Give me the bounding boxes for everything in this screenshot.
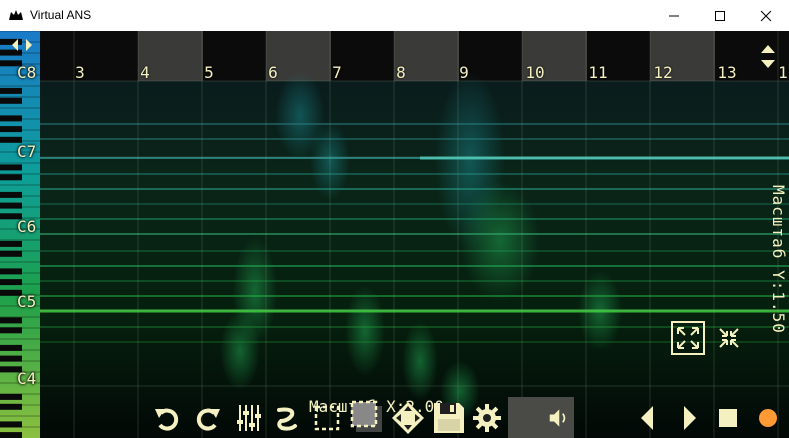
brush-button[interactable] [270,401,304,435]
piano-black-key[interactable] [0,202,22,209]
piano-black-key[interactable] [0,432,22,438]
close-icon [760,10,772,21]
close-button[interactable] [743,0,789,31]
time-label-9: 9 [459,63,469,82]
time-label-14: 1 [778,63,788,82]
fit-to-screen-button[interactable] [671,321,705,355]
title-bar: Virtual ANS [0,0,789,31]
play-backward-button[interactable] [633,403,661,433]
app-icon [9,10,23,20]
spectrogram-canvas[interactable] [0,31,789,438]
volume-slider[interactable] [508,397,574,438]
redo-icon [196,408,220,431]
minimize-icon [669,15,679,16]
note-label-c5: C5 [17,292,37,311]
settings-button[interactable] [470,401,504,435]
time-label-10: 10 [525,63,545,82]
piano-black-key[interactable] [0,174,22,181]
scale-y-label: Масштаб Y:1.50 [769,185,788,334]
piano-black-key[interactable] [0,115,22,122]
time-label-3: 3 [75,63,85,82]
triangle-left-icon [641,406,653,430]
piano-black-key[interactable] [0,317,22,324]
brush-icon [277,407,297,431]
triangle-right-icon [684,406,696,430]
undo-button[interactable] [150,401,184,435]
select-button[interactable] [310,401,344,435]
gear-icon [473,404,501,432]
note-label-c6: C6 [17,217,37,236]
speaker-icon [549,408,566,427]
time-label-7: 7 [332,63,342,82]
equalizer-icon [237,405,261,431]
time-label-6: 6 [268,63,278,82]
play-forward-button[interactable] [676,403,704,433]
note-label-c4: C4 [17,369,37,388]
select-icon [314,405,340,431]
piano-black-key[interactable] [0,97,22,104]
time-label-13: 13 [717,63,737,82]
record-icon [759,409,777,427]
equalizer-button[interactable] [232,401,266,435]
select-all-icon [350,400,382,432]
undo-icon [155,408,179,431]
piano-black-key[interactable] [0,126,22,133]
move-button[interactable] [389,399,427,437]
piano-black-key[interactable] [0,240,22,247]
expand-icon [677,327,699,349]
note-label-c8: C8 [17,63,37,82]
time-label-5: 5 [204,63,214,82]
piano-black-key[interactable] [0,164,22,171]
maximize-icon [715,10,725,21]
piano-black-key[interactable] [0,250,22,257]
stop-icon [719,409,737,427]
piano-black-key[interactable] [0,393,22,400]
collapse-zoom-button[interactable] [712,321,746,355]
save-button[interactable] [430,399,468,437]
move-icon [392,402,424,434]
select-all-button[interactable] [347,397,385,435]
piano-black-key[interactable] [0,191,22,198]
minimize-button[interactable] [651,0,697,31]
record-button[interactable] [754,403,782,433]
floppy-disk-icon [434,403,464,433]
stop-button[interactable] [714,403,742,433]
spectrogram-editor[interactable]: 3 4 5 6 7 8 9 10 11 12 13 1 C8 C7 C6 C5 … [0,31,789,438]
note-label-c7: C7 [17,142,37,161]
time-label-4: 4 [140,63,150,82]
window-title: Virtual ANS [30,8,92,22]
piano-black-key[interactable] [0,87,22,94]
time-label-12: 12 [653,63,673,82]
collapse-icon [719,328,739,348]
redo-button[interactable] [191,401,225,435]
time-label-11: 11 [588,63,608,82]
time-label-8: 8 [396,63,406,82]
maximize-button[interactable] [697,0,743,31]
